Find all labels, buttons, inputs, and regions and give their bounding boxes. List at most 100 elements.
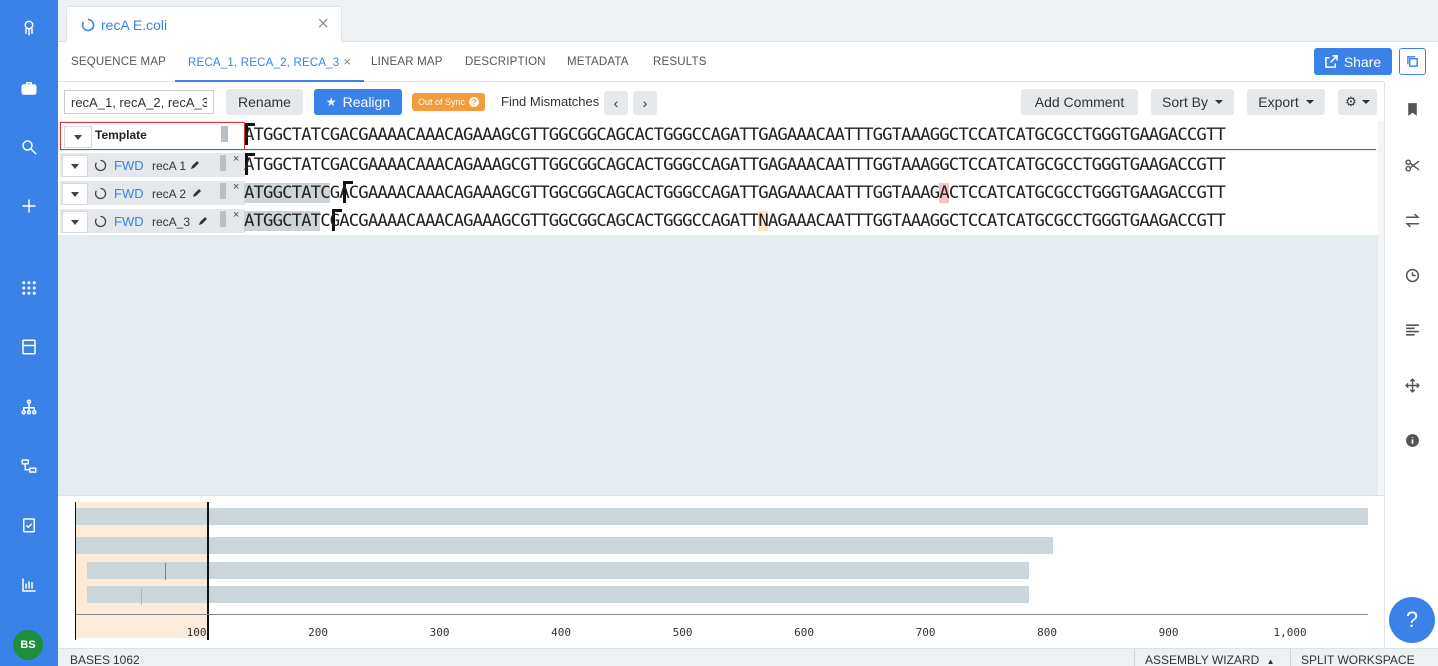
benchling-logo-icon[interactable] xyxy=(17,16,41,40)
template-controls: Template xyxy=(60,122,245,150)
rename-button[interactable]: Rename xyxy=(226,89,303,115)
drag-handle[interactable] xyxy=(220,211,226,227)
remove-read-icon[interactable]: × xyxy=(233,181,239,193)
chevron-down-icon xyxy=(71,219,79,225)
remove-read-icon[interactable]: × xyxy=(233,153,239,165)
help-button[interactable]: ? xyxy=(1389,597,1435,643)
tab-label: LINEAR MAP xyxy=(371,56,443,68)
read-dropdown-button[interactable] xyxy=(62,183,88,205)
chevron-down-icon xyxy=(1361,100,1370,104)
document-tab[interactable]: recA E.coli × xyxy=(66,6,342,42)
user-avatar[interactable]: BS xyxy=(13,630,43,660)
read-direction: FWD xyxy=(114,158,144,173)
briefcase-icon[interactable] xyxy=(17,76,41,100)
export-button[interactable]: Export xyxy=(1247,89,1325,115)
read-dropdown-button[interactable] xyxy=(62,155,88,177)
scissors-icon[interactable] xyxy=(1404,157,1420,173)
aligned-bases: GACGAAAACAAACAGAAAGCGTTGGCGGCAGCACTGGGCC… xyxy=(329,183,940,203)
overview-track-template xyxy=(76,508,1368,525)
overview-axis xyxy=(76,614,1368,615)
overview-tick-label: 200 xyxy=(308,626,328,639)
ambiguous-base[interactable]: N xyxy=(758,211,769,231)
read-name: recA_3 xyxy=(152,215,191,229)
template-dropdown-button[interactable] xyxy=(64,126,92,148)
gear-icon: ⚙ xyxy=(1345,94,1357,109)
inventory-box-icon[interactable] xyxy=(17,335,41,359)
template-underline xyxy=(244,149,1376,150)
pencil-icon[interactable] xyxy=(197,215,209,227)
align-left-icon[interactable] xyxy=(1404,322,1420,338)
read-sequence[interactable]: ATGGCTATCGACGAAAACAAACAGAAAGCGTTGGCGGCAG… xyxy=(244,183,1226,203)
read-controls: FWD recA_3 × xyxy=(60,209,245,233)
tab-alignment[interactable]: RECA_1, RECA_2, RECA_3 × xyxy=(175,42,365,82)
split-workspace-button[interactable]: SPLIT WORKSPACE xyxy=(1290,649,1425,666)
position-cursor[interactable] xyxy=(207,502,209,640)
realign-button[interactable]: ★ Realign xyxy=(314,89,402,115)
overview-track-read xyxy=(76,537,1053,554)
template-sequence[interactable]: ATGGCTATCGACGAAAACAAACAGAAAGCGTTGGCGGCAG… xyxy=(244,125,1226,145)
pencil-icon[interactable] xyxy=(189,159,201,171)
insights-chart-icon[interactable] xyxy=(17,573,41,597)
apps-grid-icon[interactable] xyxy=(17,276,41,300)
copy-button[interactable] xyxy=(1399,48,1426,75)
copy-icon xyxy=(1407,56,1418,67)
document-tab-title: recA E.coli xyxy=(101,16,168,33)
swap-arrows-icon[interactable] xyxy=(1404,212,1420,228)
read-controls: FWD recA 1 × xyxy=(60,153,245,177)
out-of-sync-label: Out of Sync xyxy=(418,97,466,107)
tab-results[interactable]: RESULTS xyxy=(653,42,707,82)
read-row: FWD recA 1 × ATGGCTATCGACGAAAACAAACAGAAA… xyxy=(58,151,1378,179)
remove-read-icon[interactable]: × xyxy=(233,209,239,221)
pencil-icon[interactable] xyxy=(191,187,203,199)
tasks-clipboard-icon[interactable] xyxy=(17,513,41,537)
read-sequence[interactable]: ATGGCTATCGACGAAAACAAACAGAAAGCGTTGGCGGCAG… xyxy=(244,211,1226,231)
sort-by-button[interactable]: Sort By xyxy=(1151,89,1234,115)
next-mismatch-button[interactable]: › xyxy=(633,91,657,115)
share-button[interactable]: Share xyxy=(1314,48,1392,75)
tab-linear-map[interactable]: LINEAR MAP xyxy=(371,42,443,82)
mismatch-base[interactable]: A xyxy=(939,183,950,203)
bases-count: 1062 xyxy=(113,653,140,666)
circular-sequence-icon xyxy=(94,187,107,200)
prev-mismatch-button[interactable]: ‹ xyxy=(604,91,628,115)
read-name: recA 1 xyxy=(152,159,187,173)
app: BS recA E.coli × SEQUENCE MAP RECA_1, RE… xyxy=(0,0,1438,666)
read-dropdown-button[interactable] xyxy=(62,211,88,233)
read-name: recA 2 xyxy=(152,187,187,201)
aligned-bases: AGAAACAATTTGGTAAAGGCTCCATCATGCGCCTGGGTGA… xyxy=(767,211,1226,231)
drag-handle[interactable] xyxy=(221,126,228,142)
info-icon[interactable] xyxy=(1404,432,1420,448)
overview-track-read xyxy=(86,586,1029,603)
history-clock-icon[interactable] xyxy=(1404,267,1420,283)
tab-metadata[interactable]: METADATA xyxy=(567,42,629,82)
tab-description[interactable]: DESCRIPTION xyxy=(465,42,546,82)
read-sequence[interactable]: ATGGCTATCGACGAAAACAAACAGAAAGCGTTGGCGGCAG… xyxy=(244,155,1226,175)
hierarchy-icon[interactable] xyxy=(17,395,41,419)
assembly-wizard-button[interactable]: ASSEMBLY WIZARD ▲ xyxy=(1134,649,1285,666)
alignment-overview[interactable]: 100 200 300 400 500 600 700 800 900 1,000 xyxy=(58,495,1384,645)
view-tabs: SEQUENCE MAP RECA_1, RECA_2, RECA_3 × LIN… xyxy=(58,42,1384,82)
workflow-icon[interactable] xyxy=(17,454,41,478)
tab-sequence-map[interactable]: SEQUENCE MAP xyxy=(71,42,166,82)
alignment-name-input[interactable] xyxy=(64,90,214,114)
close-alignment-tab-icon[interactable]: × xyxy=(343,54,351,69)
circular-sequence-icon xyxy=(81,18,95,31)
drag-handle[interactable] xyxy=(220,155,226,171)
bases-label: BASES xyxy=(70,653,111,666)
search-icon[interactable] xyxy=(17,135,41,159)
external-link-icon xyxy=(1324,55,1338,68)
settings-button[interactable]: ⚙ xyxy=(1338,89,1377,115)
alignment-viewer[interactable]: Template ATGGCTATCGACGAAAACAAACAGAAAGCGT… xyxy=(58,121,1378,495)
chevron-down-icon xyxy=(74,134,82,140)
overview-tick-label: 700 xyxy=(915,626,936,639)
close-tab-icon[interactable]: × xyxy=(317,14,329,34)
bookmark-icon[interactable] xyxy=(1404,101,1420,117)
sort-by-label: Sort By xyxy=(1162,94,1208,110)
overview-tick-label: 400 xyxy=(551,626,571,639)
chevron-down-icon xyxy=(71,191,79,197)
out-of-sync-badge[interactable]: Out of Sync ? xyxy=(412,93,486,111)
move-arrows-icon[interactable] xyxy=(1404,377,1420,393)
plus-icon[interactable] xyxy=(17,194,41,218)
add-comment-button[interactable]: Add Comment xyxy=(1021,89,1138,115)
drag-handle[interactable] xyxy=(220,183,226,199)
